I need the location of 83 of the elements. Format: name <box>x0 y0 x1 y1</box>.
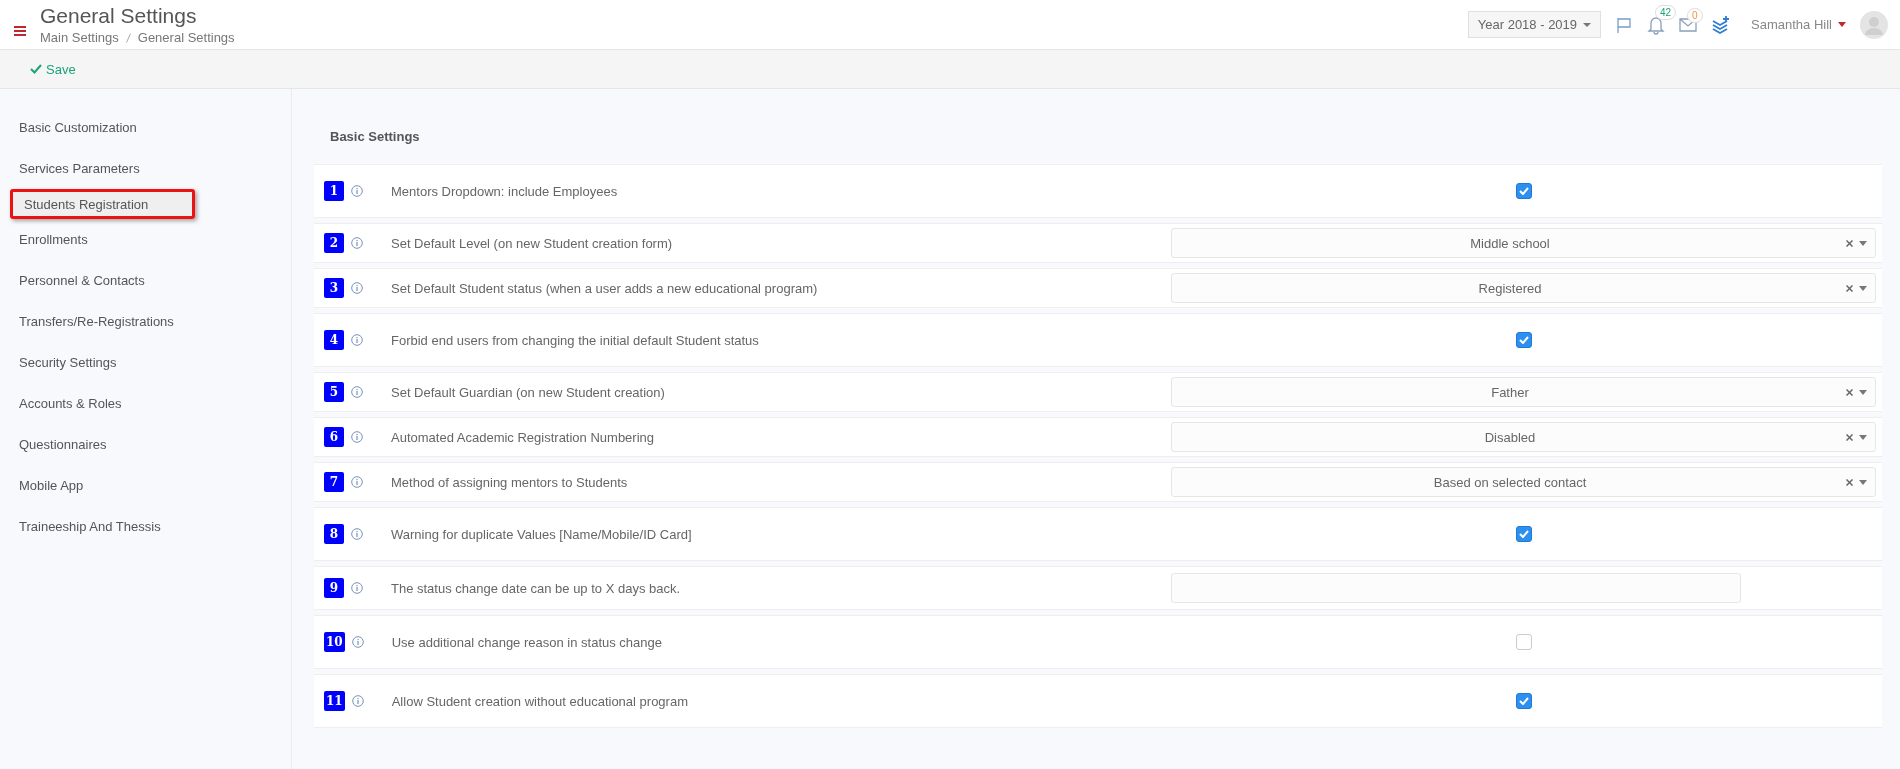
sidebar-item[interactable]: Mobile App <box>0 465 291 506</box>
layers-plus-icon[interactable] <box>1711 14 1732 35</box>
number-badge: 8 <box>324 524 344 544</box>
slash-separator-icon <box>125 32 131 43</box>
setting-label: Forbid end users from changing the initial default Student status <box>391 332 760 348</box>
sidebar-item[interactable]: Questionnaires <box>0 424 291 465</box>
page-title: General Settings <box>40 4 198 28</box>
breadcrumb-link[interactable]: Main Settings <box>40 30 119 45</box>
number-badge: 1 <box>324 181 344 201</box>
number-badge: 9 <box>324 578 344 598</box>
select-dropdown[interactable]: Disabled <box>1171 422 1876 452</box>
number-badge: 3 <box>324 278 344 298</box>
check-icon <box>1518 187 1529 195</box>
sidebar-item[interactable]: Transfers/Re-Registrations <box>0 301 291 342</box>
select-dropdown[interactable]: Based on selected contact <box>1171 467 1876 497</box>
select-dropdown[interactable]: Middle school <box>1171 228 1876 258</box>
message-count: 0 <box>1687 7 1703 23</box>
year-dropdown[interactable]: Year 2018 - 2019 <box>1467 11 1602 38</box>
number-badge: 2 <box>324 233 344 253</box>
sidebar-item[interactable]: Basic Customization <box>0 107 291 148</box>
setting-label: Set Default Level (on new Student creation form) <box>391 235 674 251</box>
info-icon[interactable] <box>351 695 364 707</box>
number-badge: 7 <box>324 472 344 492</box>
number-badge: 5 <box>324 382 344 402</box>
info-icon[interactable] <box>351 582 363 594</box>
user-name[interactable]: Samantha Hill <box>1751 17 1832 32</box>
caret-icon[interactable] <box>1859 434 1867 440</box>
checkbox[interactable] <box>1515 183 1532 199</box>
clear-icon[interactable] <box>1846 284 1853 292</box>
check-icon <box>1518 530 1529 538</box>
caret-icon[interactable] <box>1859 285 1867 291</box>
menu-icon[interactable] <box>14 25 26 36</box>
select-dropdown[interactable]: Father <box>1171 377 1876 407</box>
setting-label: Set Default Student status (when a user adds a new educational program) <box>391 280 819 296</box>
info-icon[interactable] <box>351 636 364 648</box>
info-icon[interactable] <box>351 476 363 488</box>
checkbox[interactable] <box>1515 526 1532 542</box>
setting-label: Warning for duplicate Values [Name/Mobile/ID Card] <box>391 526 693 542</box>
bell-icon[interactable] <box>1647 14 1666 35</box>
info-icon[interactable] <box>351 334 363 346</box>
sidebar-item[interactable]: Security Settings <box>0 342 291 383</box>
clear-icon[interactable] <box>1846 433 1853 441</box>
info-icon[interactable] <box>351 386 363 398</box>
checkbox[interactable] <box>1515 634 1532 650</box>
envelope-icon[interactable] <box>1679 17 1698 32</box>
setting-label: Set Default Guardian (on new Student creation) <box>391 384 666 400</box>
sidebar-item[interactable]: Accounts & Roles <box>0 383 291 424</box>
check-icon <box>1518 336 1529 344</box>
select-dropdown[interactable]: Registered <box>1171 273 1876 303</box>
notification-count: 42 <box>1655 4 1677 20</box>
info-icon[interactable] <box>351 282 363 294</box>
number-badge: 4 <box>324 330 344 350</box>
setting-label: Allow Student creation without educational program <box>391 693 689 709</box>
info-icon[interactable] <box>351 237 363 249</box>
checkbox[interactable] <box>1515 332 1532 348</box>
setting-label: Use additional change reason in status change <box>391 634 663 650</box>
sidebar-item[interactable]: Personnel & Contacts <box>0 260 291 301</box>
clear-icon[interactable] <box>1846 478 1853 486</box>
section-title: Basic Settings <box>329 128 421 146</box>
clear-icon[interactable] <box>1846 388 1853 396</box>
info-icon[interactable] <box>351 185 363 197</box>
info-icon[interactable] <box>351 528 363 540</box>
sidebar-item[interactable]: Traineeship And Thessis <box>0 506 291 547</box>
sidebar-item[interactable]: Services Parameters <box>0 148 291 189</box>
caret-icon[interactable] <box>1838 22 1846 27</box>
sidebar-item[interactable]: Students Registration <box>10 189 195 219</box>
info-icon[interactable] <box>351 431 363 443</box>
setting-label: Automated Academic Registration Numbering <box>391 429 656 445</box>
clear-icon[interactable] <box>1846 239 1853 247</box>
number-badge: 10 <box>324 632 345 652</box>
checkbox[interactable] <box>1515 693 1532 709</box>
check-icon <box>30 64 42 74</box>
caret-icon[interactable] <box>1859 479 1867 485</box>
caret-icon[interactable] <box>1859 389 1867 395</box>
number-badge: 11 <box>324 691 345 711</box>
setting-label: The status change date can be up to X days back. <box>391 580 682 596</box>
input-field[interactable] <box>1171 573 1741 603</box>
number-badge: 6 <box>324 427 344 447</box>
setting-label: Method of assigning mentors to Students <box>391 474 629 490</box>
setting-label: Mentors Dropdown: include Employees <box>391 183 619 199</box>
sidebar-item[interactable]: Enrollments <box>0 219 291 260</box>
check-icon <box>1518 697 1529 705</box>
caret-icon[interactable] <box>1859 240 1867 246</box>
